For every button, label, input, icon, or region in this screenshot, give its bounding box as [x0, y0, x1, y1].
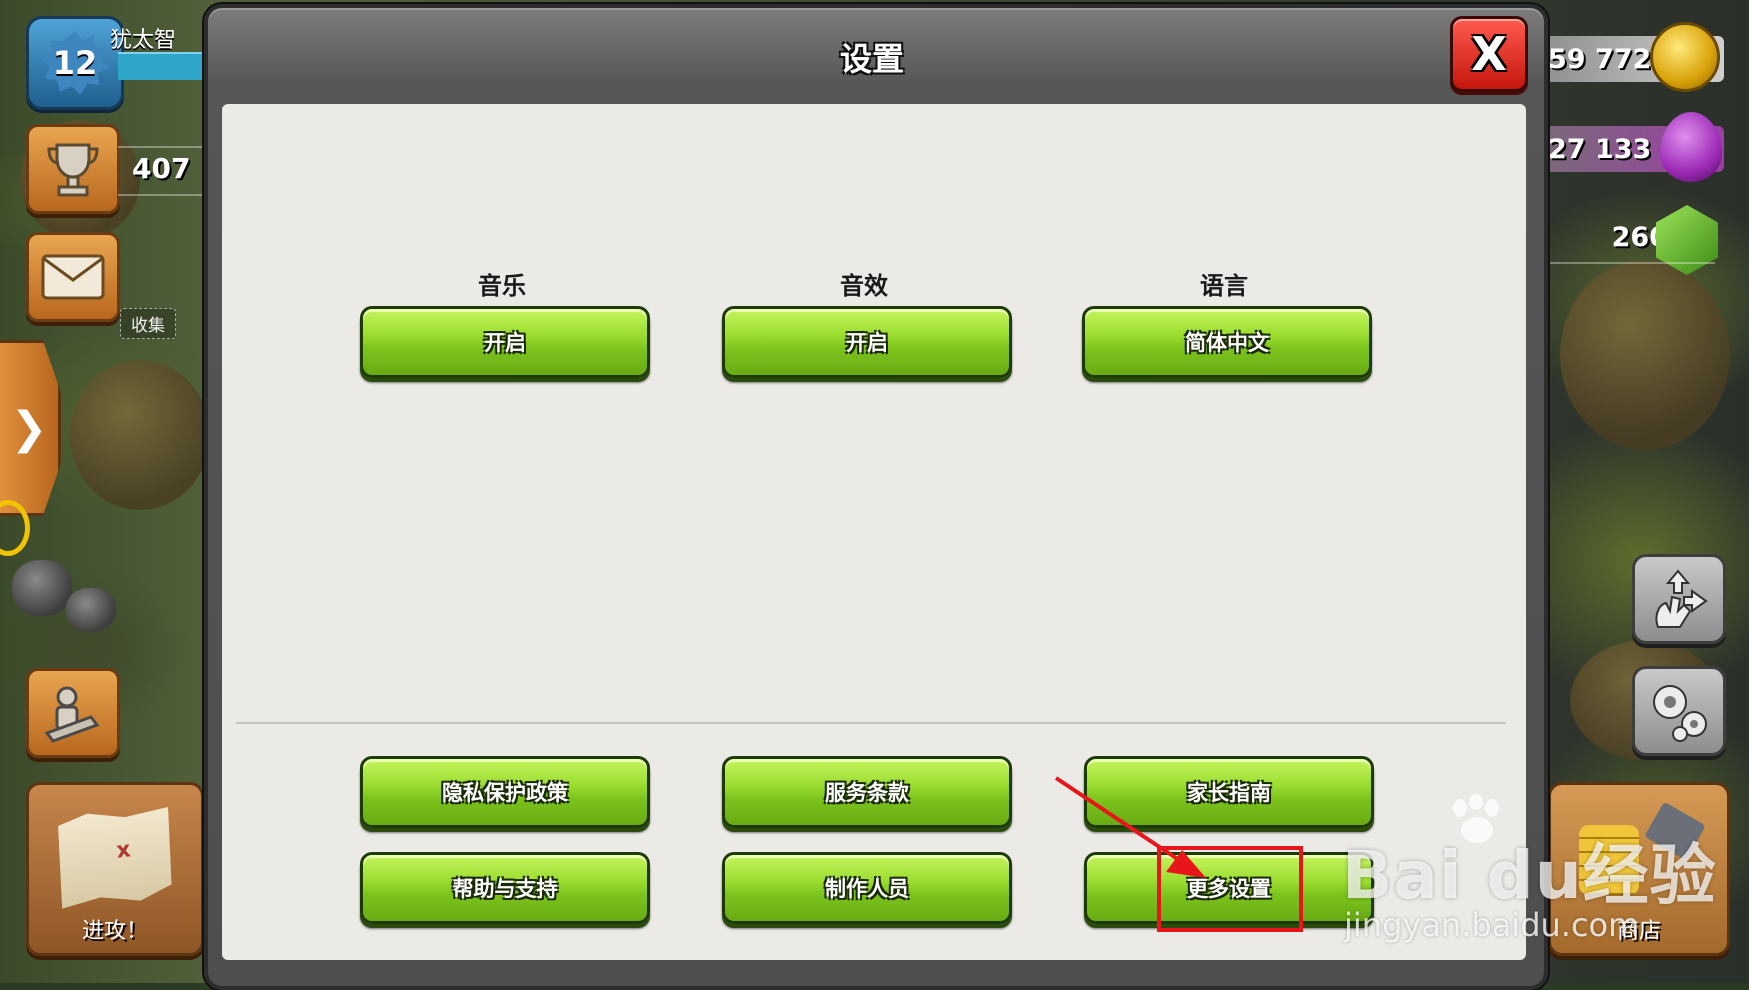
attack-button[interactable]: 进攻！	[26, 782, 204, 956]
mail-icon	[41, 254, 105, 300]
sound-label: 音效	[840, 272, 888, 300]
settings-button[interactable]	[1632, 666, 1726, 756]
builder-icon	[44, 686, 100, 743]
gold-amount: 59 772	[1548, 43, 1652, 75]
map-icon	[53, 805, 178, 909]
trophy-icon	[47, 143, 99, 197]
terms-of-service-button[interactable]: 服务条款	[722, 756, 1012, 828]
trophy-count: 407	[132, 152, 191, 185]
left-hud: 12 犹太智 407 收集 ❯ 进攻！	[0, 0, 210, 983]
player-name: 犹太智	[110, 28, 177, 50]
music-toggle-button[interactable]: 开启	[360, 306, 650, 378]
close-button[interactable]: X	[1450, 16, 1528, 92]
trophy-button[interactable]	[26, 124, 120, 214]
tree-cluster	[1560, 260, 1730, 450]
close-icon: X	[1471, 27, 1507, 81]
music-label: 音乐	[478, 272, 526, 300]
xp-bar	[118, 52, 210, 80]
settings-panel	[222, 104, 1526, 960]
divider	[1545, 262, 1715, 264]
player-level: 12	[52, 44, 98, 82]
builder-button[interactable]	[26, 668, 120, 758]
side-expand-tab[interactable]: ❯	[0, 340, 61, 516]
collect-label[interactable]: 收集	[120, 308, 176, 339]
parents-guide-button[interactable]: 家长指南	[1084, 756, 1374, 828]
watermark-brand: Bai du经验	[1342, 837, 1717, 914]
elixir-amount: 27 133	[1548, 133, 1652, 165]
language-label: 语言	[1200, 272, 1248, 300]
panel-divider	[236, 722, 1506, 724]
chevron-right-icon: ❯	[10, 402, 48, 454]
help-support-button[interactable]: 帮助与支持	[360, 852, 650, 924]
dialog-title: 设置	[839, 40, 904, 78]
move-gesture-button[interactable]	[1632, 554, 1726, 644]
privacy-policy-button[interactable]: 隐私保护政策	[360, 756, 650, 828]
language-button[interactable]: 简体中文	[1082, 306, 1372, 378]
watermark-url: jingyan.baidu.com	[1344, 906, 1640, 944]
sound-toggle-button[interactable]: 开启	[722, 306, 1012, 378]
divider	[118, 194, 210, 196]
move-gesture-icon	[1655, 569, 1708, 628]
credits-button[interactable]: 制作人员	[722, 852, 1012, 924]
highlight-box	[1157, 846, 1303, 932]
mail-button[interactable]	[26, 232, 120, 322]
gold-icon	[1650, 22, 1720, 92]
attack-label: 进攻！	[81, 919, 148, 944]
divider	[118, 146, 210, 148]
gear-icon	[1653, 685, 1707, 742]
